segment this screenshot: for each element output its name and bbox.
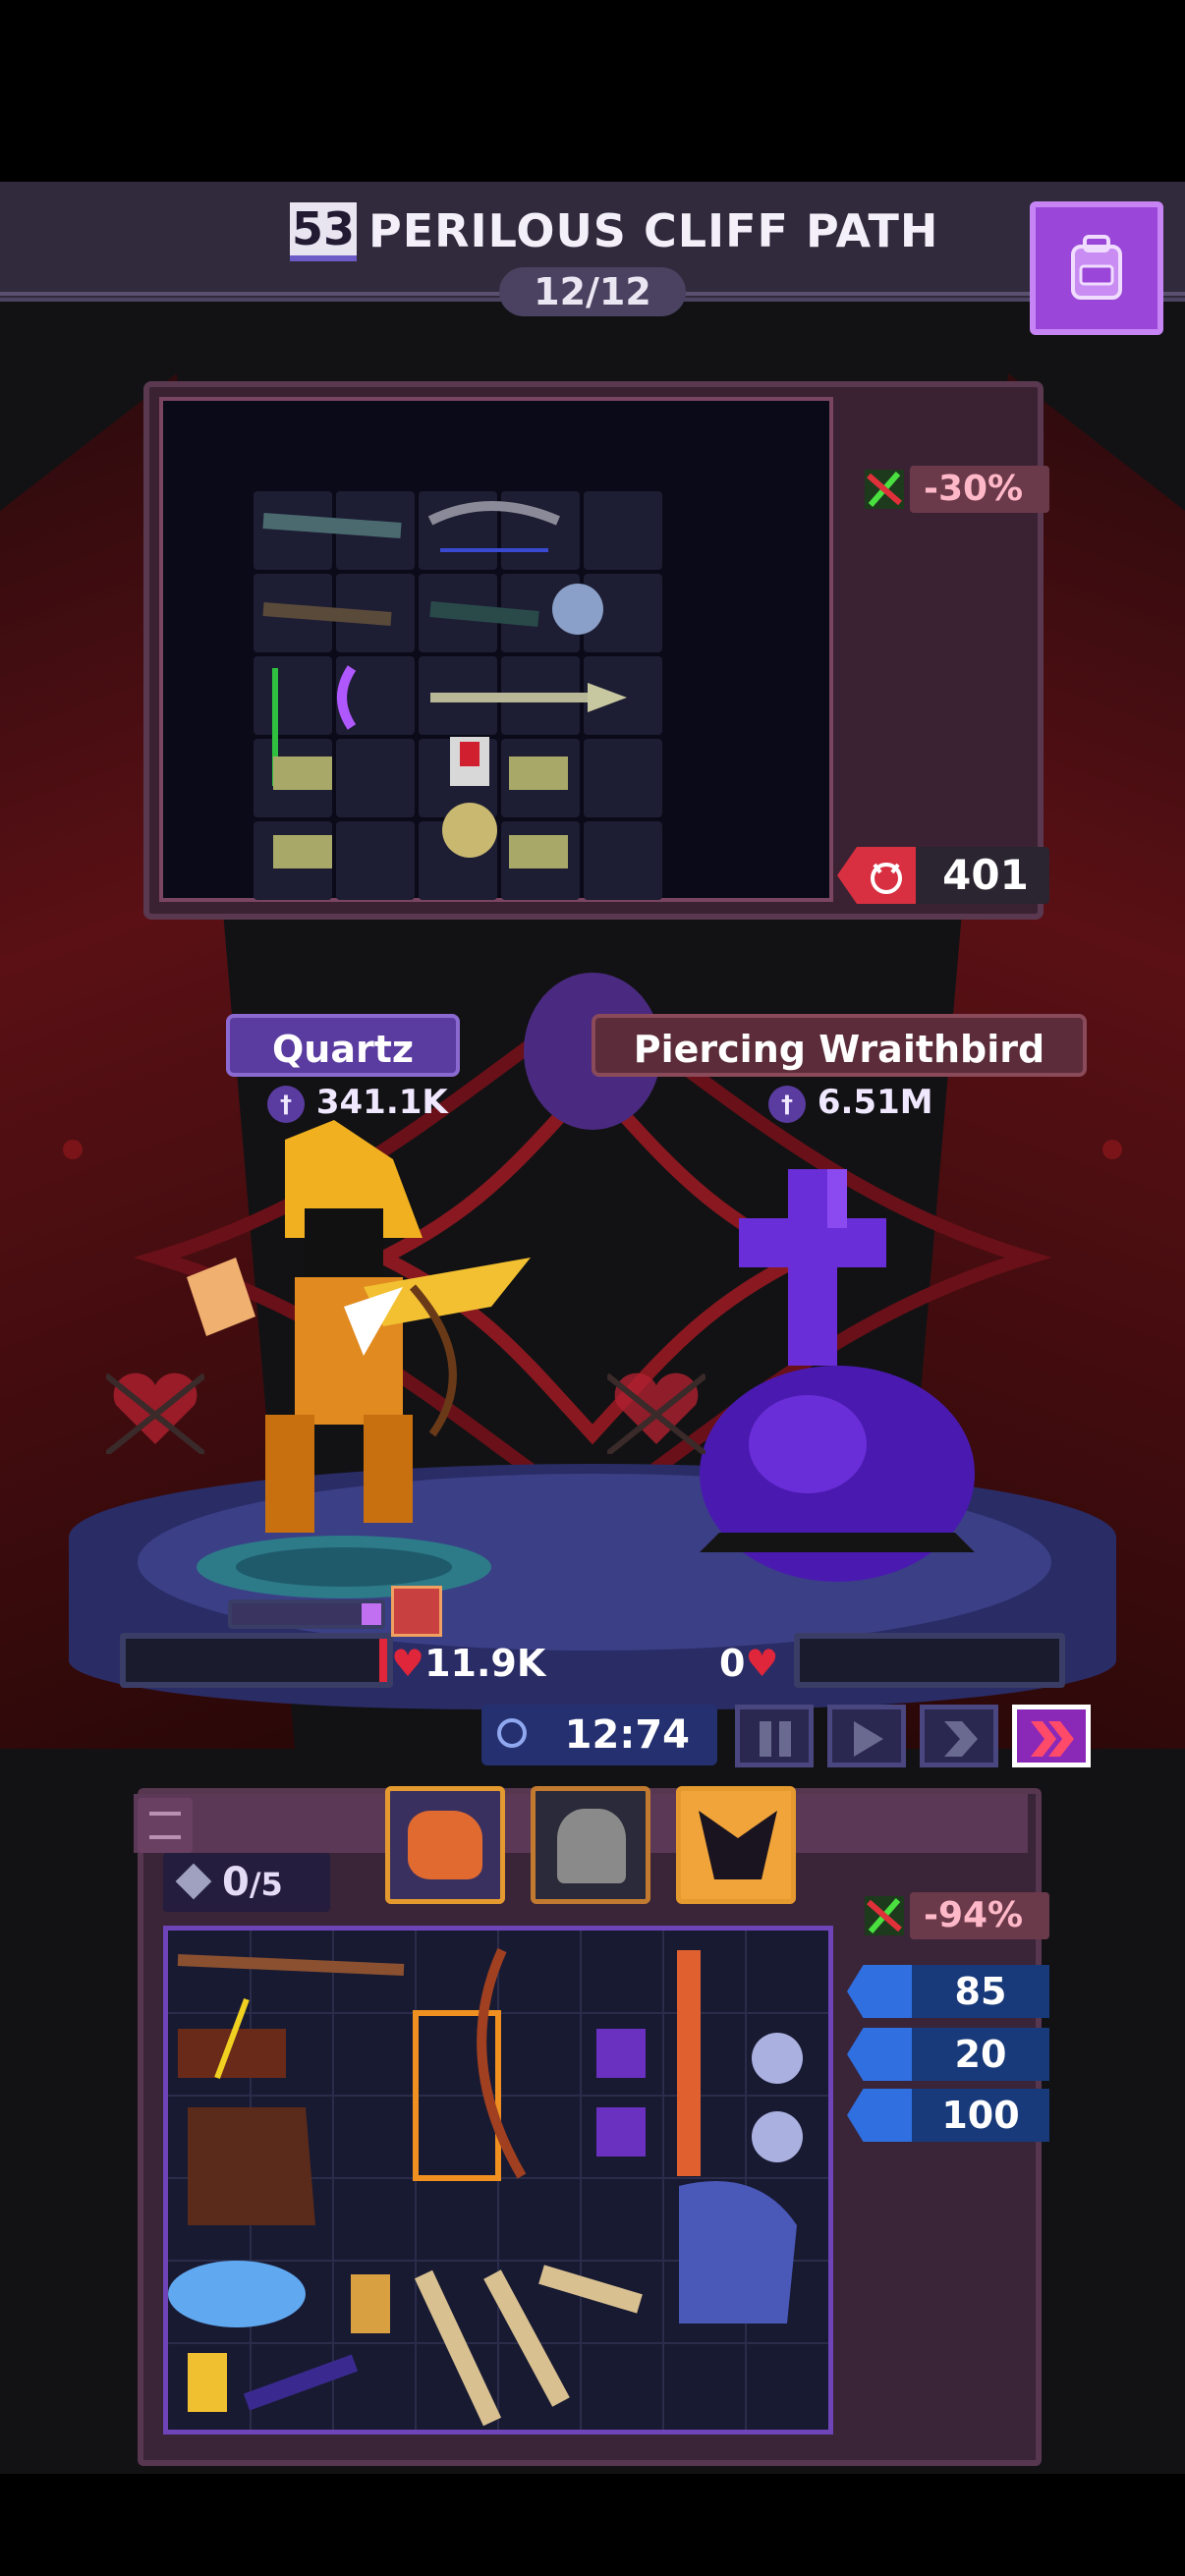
- player-character-sprite: [187, 1120, 531, 1598]
- chevron-right-icon: [944, 1721, 978, 1757]
- enemy-name-pill: Piercing Wraithbird: [592, 1014, 1087, 1077]
- enemy-hp-row: 0♥: [719, 1639, 779, 1688]
- wave-progress: 12/12: [499, 267, 686, 316]
- flame-buff-icon: [391, 1586, 442, 1637]
- heart-icon: ♥: [391, 1642, 425, 1685]
- crossed-dna-icon: [865, 470, 904, 509]
- backpack-button[interactable]: [1030, 201, 1163, 335]
- eye-icon: [847, 2028, 912, 2081]
- enemy-hp-bar: [794, 1633, 1065, 1688]
- enemy-tombstone-sprite: [700, 1169, 975, 1582]
- player-power-row: † 341.1K: [267, 1081, 448, 1124]
- party-slot-dragon[interactable]: [385, 1786, 505, 1904]
- list-icon: [149, 1812, 181, 1839]
- double-chevron-right-icon: [1031, 1721, 1074, 1757]
- crossed-heart-icon: [106, 1372, 204, 1454]
- fastest-button[interactable]: [1012, 1705, 1091, 1767]
- stat-row-bars: 85: [847, 1965, 1049, 2018]
- play-icon: [854, 1721, 883, 1757]
- play-button[interactable]: [827, 1705, 906, 1767]
- player-inventory-grid: [163, 1926, 833, 2435]
- player-hp-value: 11.9K: [424, 1642, 546, 1685]
- player-name-pill: Quartz: [226, 1014, 460, 1077]
- stat-row-eye: 20: [847, 2028, 1049, 2081]
- timer-value: 12:74: [564, 1712, 690, 1758]
- clock-icon: [497, 1718, 527, 1748]
- status-bar-area: [0, 0, 1185, 182]
- player-hp-fill: [379, 1639, 387, 1682]
- party-slot-bat[interactable]: [676, 1786, 796, 1904]
- fast-forward-button[interactable]: [920, 1705, 998, 1767]
- menu-button[interactable]: [138, 1798, 193, 1853]
- pause-button[interactable]: [735, 1705, 814, 1767]
- ghost-portrait: [557, 1809, 626, 1883]
- battle-timer: 12:74: [481, 1705, 717, 1765]
- stat-value: 100: [912, 2089, 1049, 2142]
- player-mana-bar: [228, 1599, 385, 1629]
- enemy-hp-value: 0: [719, 1642, 746, 1685]
- player-debuff-percent: -94%: [910, 1892, 1049, 1939]
- crossed-dna-icon: [865, 1896, 904, 1935]
- stage-number-badge: 53: [290, 202, 357, 261]
- inventory-items-art: [168, 1931, 828, 2430]
- enemy-power: 6.51M: [817, 1083, 933, 1122]
- stat-value: 85: [912, 1965, 1049, 2018]
- enemy-power-row: † 6.51M: [768, 1081, 933, 1124]
- enemy-items-art: [262, 501, 627, 868]
- bat-portrait: [699, 1811, 777, 1879]
- player-hp-bar: [120, 1633, 393, 1688]
- stage-title: PERILOUS CLIFF PATH: [368, 204, 939, 257]
- enemy-count: 401: [942, 851, 1029, 899]
- pause-icon: [760, 1721, 791, 1757]
- backpack-icon: [1071, 235, 1122, 300]
- gem-count: 0: [222, 1860, 250, 1905]
- enemy-name: Piercing Wraithbird: [633, 1028, 1045, 1071]
- sword-icon: †: [768, 1085, 806, 1123]
- gem-max: /5: [249, 1866, 283, 1903]
- party-slot-ghost[interactable]: [531, 1786, 650, 1904]
- stat-row-boot: 100: [847, 2089, 1049, 2142]
- stat-value: 20: [912, 2028, 1049, 2081]
- bottom-safe-area: [0, 2474, 1185, 2576]
- bars-icon: [847, 1965, 912, 2018]
- gem-counter: 0/5: [222, 1853, 283, 1914]
- player-hp-row: ♥11.9K: [391, 1639, 545, 1688]
- player-power: 341.1K: [315, 1083, 448, 1122]
- boot-icon: [847, 2089, 912, 2142]
- orange-dragon-portrait: [408, 1811, 482, 1879]
- demon-head-icon: [837, 847, 916, 904]
- player-name: Quartz: [271, 1028, 415, 1071]
- gem-icon: [175, 1863, 212, 1900]
- enemy-inventory-grid: [159, 397, 833, 902]
- mana-fill: [362, 1603, 381, 1625]
- enemy-debuff-percent: -30%: [910, 466, 1049, 513]
- sword-icon: †: [267, 1085, 305, 1123]
- heart-icon: ♥: [745, 1642, 779, 1685]
- crossed-heart-icon: [607, 1372, 705, 1454]
